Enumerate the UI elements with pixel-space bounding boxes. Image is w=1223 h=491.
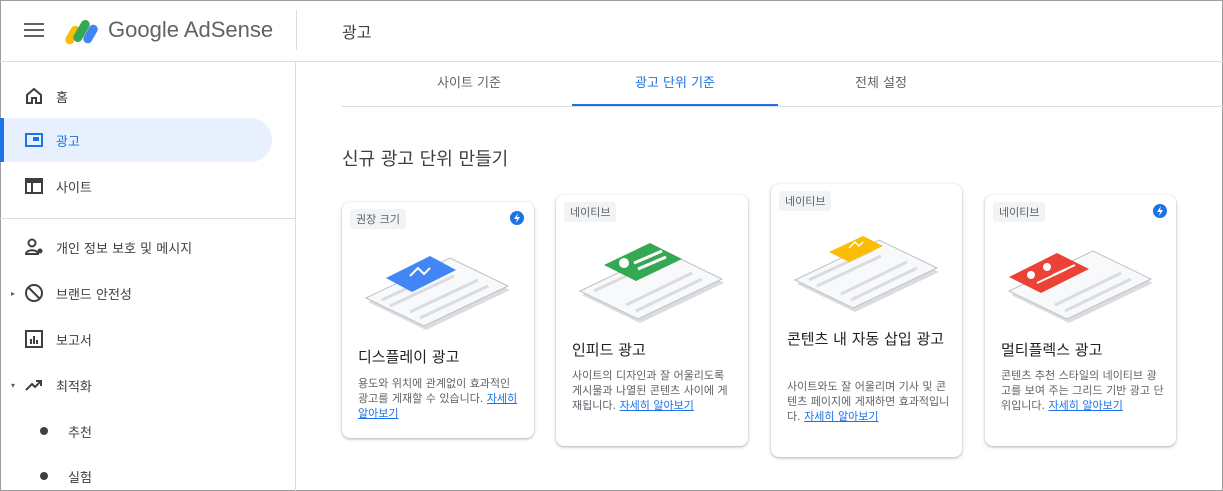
tab-bar: 사이트 기준 광고 단위 기준 전체 설정 [342,62,1223,107]
sidebar: 홈 광고 사이트 개인 정보 보호 및 메시지 ▸ 브랜드 안전성 보고서 ▾ … [0,62,296,491]
display-ads-card[interactable]: 권장 크기 디스플레이 광고 용도와 위치에 관계없이 효과적인 광고를 게재할… [342,202,534,438]
person-settings-icon [24,238,43,255]
sidebar-item-sites[interactable]: 사이트 [0,164,272,208]
sidebar-item-home[interactable]: 홈 [0,74,272,118]
native-chip: 네이티브 [564,202,617,222]
menu-icon[interactable] [24,23,44,39]
sidebar-item-optimization[interactable]: ▾ 최적화 [0,363,272,407]
inarticle-ads-card[interactable]: 네이티브 콘텐츠 내 자동 삽입 광고 사이트와도 잘 어울리며 기사 및 콘텐… [771,184,962,457]
infeed-ads-card[interactable]: 네이티브 인피드 광고 사이트의 디자인과 잘 어울리도록 게시물과 나열된 콘… [556,195,748,446]
inarticle-ad-illustration [793,236,939,312]
learn-more-link[interactable]: 자세히 알아보기 [619,399,693,412]
tab-by-ad-unit[interactable]: 광고 단위 기준 [572,62,778,106]
learn-more-link[interactable]: 자세히 알아보기 [1048,399,1122,412]
sites-icon [25,178,43,194]
top-bar: Google AdSense 광고 [0,0,1223,62]
learn-more-link[interactable]: 자세히 알아보기 [804,410,878,423]
expand-caret-icon[interactable]: ▸ [11,289,15,298]
sidebar-item-label: 최적화 [56,379,92,395]
ads-icon [25,133,43,147]
card-description: 사이트와도 잘 어울리며 기사 및 콘텐츠 페이지에 게재하면 효과적입니다. … [787,380,950,423]
lightning-bolt-icon [510,211,524,225]
section-title: 신규 광고 단위 만들기 [342,149,509,170]
sidebar-item-label: 사이트 [56,180,92,196]
home-icon [26,87,42,104]
tab-global-settings[interactable]: 전체 설정 [778,62,984,106]
sidebar-item-label: 추천 [68,425,92,441]
trending-up-icon [25,380,42,391]
card-title: 인피드 광고 [572,341,646,359]
sidebar-item-label: 보고서 [56,333,92,349]
tab-by-site[interactable]: 사이트 기준 [366,62,572,106]
page-title: 광고 [342,23,372,42]
sidebar-item-ads[interactable]: 광고 [0,118,272,162]
lightning-bolt-icon [1153,204,1167,218]
sidebar-item-brand-safety[interactable]: ▸ 브랜드 안전성 [0,271,272,315]
card-title: 멀티플렉스 광고 [1001,341,1103,359]
recommended-size-chip: 권장 크기 [350,209,406,229]
sidebar-subitem-recommendations[interactable]: 추천 [0,409,272,453]
sidebar-item-label: 실험 [68,470,92,486]
multiplex-ads-card[interactable]: 네이티브 멀티플렉스 광고 콘텐츠 추천 스타일의 네이티브 광고를 보여 주는… [985,195,1176,446]
bullet-icon [40,427,48,435]
sidebar-item-reports[interactable]: 보고서 [0,317,272,361]
report-icon [25,330,43,348]
card-description: 콘텐츠 추천 스타일의 네이티브 광고를 보여 주는 그리드 기반 광고 단위입… [1001,369,1164,412]
card-title: 콘텐츠 내 자동 삽입 광고 [787,330,945,348]
brand-name: Google AdSense [108,17,274,42]
bullet-icon [40,472,48,480]
native-chip: 네이티브 [779,191,832,211]
multiplex-ad-illustration [1007,250,1153,323]
sidebar-item-label: 개인 정보 보호 및 메시지 [56,241,193,257]
sidebar-item-privacy[interactable]: 개인 정보 보호 및 메시지 [0,225,272,269]
display-ad-illustration [364,256,510,330]
card-description: 용도와 위치에 관계없이 효과적인 광고를 게재할 수 있습니다. 자세히 알아… [358,377,518,420]
card-description: 사이트의 디자인과 잘 어울리도록 게시물과 나열된 콘텐츠 사이에 게재됩니다… [572,369,728,412]
sidebar-item-label: 홈 [56,90,68,106]
collapse-caret-icon[interactable]: ▾ [11,381,15,390]
native-chip: 네이티브 [993,202,1046,222]
sidebar-subitem-experiments[interactable]: 실험 [0,454,272,491]
card-title: 디스플레이 광고 [358,348,460,366]
infeed-ad-illustration [578,243,724,323]
block-icon [25,284,43,302]
header-divider [296,10,297,50]
sidebar-divider [0,218,296,219]
sidebar-item-label: 브랜드 안전성 [56,287,132,303]
adsense-logo-icon [65,20,98,45]
sidebar-item-label: 광고 [56,134,80,150]
